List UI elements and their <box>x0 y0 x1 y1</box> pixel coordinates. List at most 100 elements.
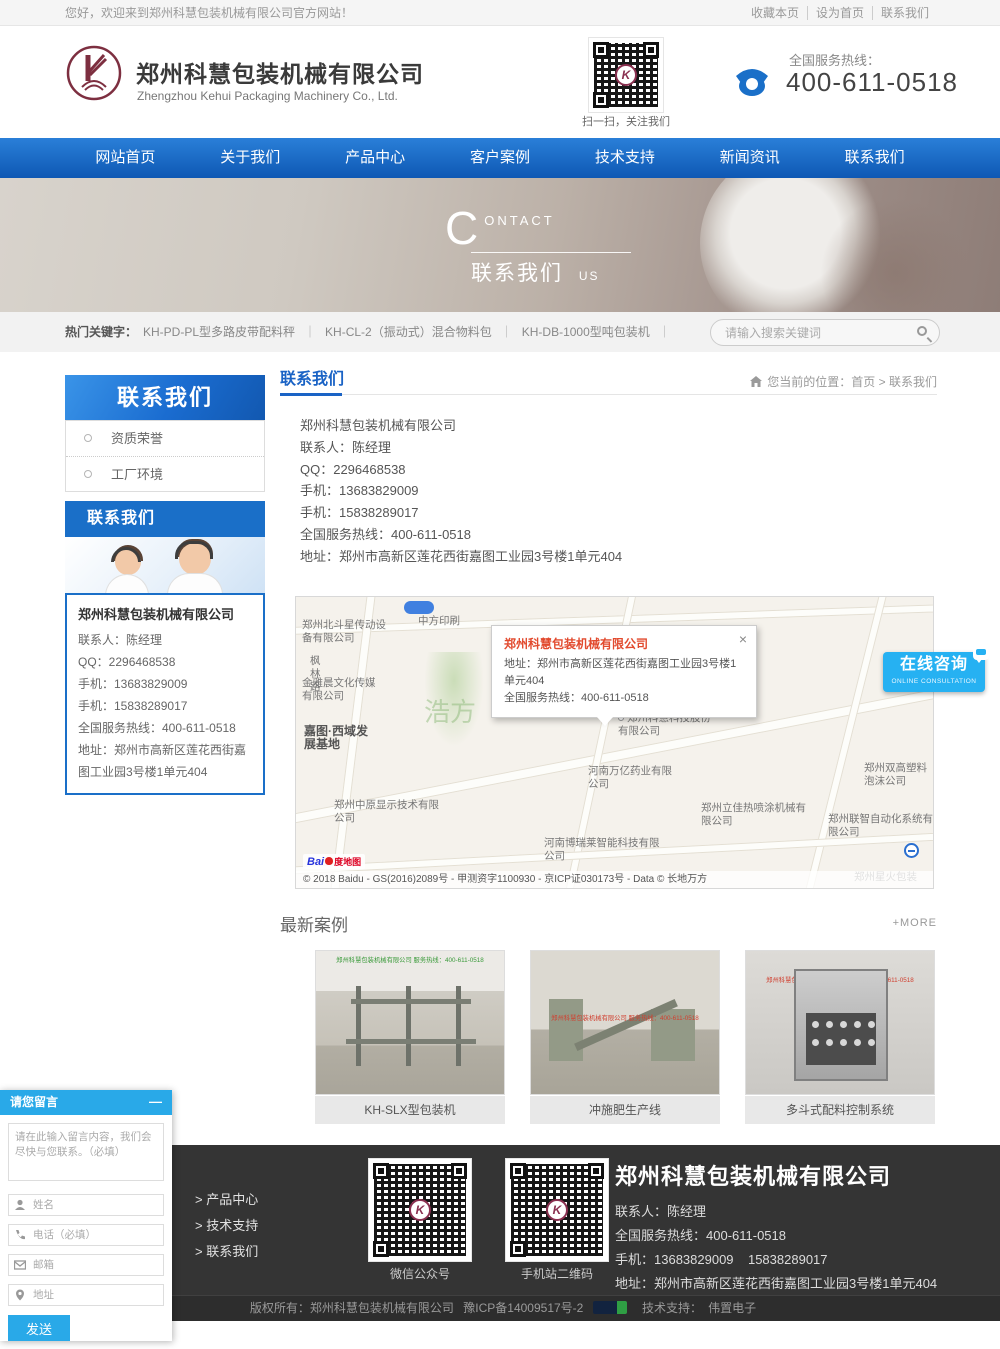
breadcrumb: 您当前的位置：首页 > 联系我们 <box>750 373 937 390</box>
site-header: 郑州科慧包装机械有限公司 Zhengzhou Kehui Packaging M… <box>0 27 1000 138</box>
contact-line: 手机：15838289017 <box>300 502 622 524</box>
message-widget: 请您留言 — 发送 <box>0 1090 172 1341</box>
banner-word: ONTACT <box>484 213 554 228</box>
title-underline <box>280 393 342 396</box>
nav-item-products[interactable]: 产品中心 <box>313 138 438 178</box>
main-nav: 网站首页 关于我们 产品中心 客户案例 技术支持 新闻资讯 联系我们 <box>0 138 1000 178</box>
road-sign-icon <box>404 601 434 614</box>
footer-link-products[interactable]: > 产品中心 <box>195 1187 258 1213</box>
case-caption: 冲施肥生产线 <box>530 1096 720 1124</box>
keyword-separator: ｜ <box>501 325 513 339</box>
case-card[interactable]: 郑州科慧包装机械有限公司 服务热线：400-611-0518 冲施肥生产线 <box>530 950 720 1124</box>
nav-item-support[interactable]: 技术支持 <box>562 138 687 178</box>
customer-service-photo <box>65 537 265 593</box>
case-watermark: 郑州科慧包装机械有限公司 服务热线：400-611-0518 <box>540 1014 709 1023</box>
map-label: 河南万亿药业有限公司 <box>588 765 678 791</box>
keyword-link[interactable]: KH-DB-1000型吨包装机 <box>522 325 650 339</box>
online-consult-button[interactable]: 在线咨询 ONLINE CONSULTATION <box>883 652 985 692</box>
phone-field[interactable] <box>8 1224 164 1246</box>
bullet-circle-icon <box>84 470 92 478</box>
nav-item-home[interactable]: 网站首页 <box>63 138 188 178</box>
banner-title-cn: 联系我们 <box>471 262 563 285</box>
sidebar-title: 联系我们 <box>65 375 265 420</box>
case-watermark: 郑州科慧包装机械有限公司 服务热线：400-611-0518 <box>325 956 494 965</box>
nav-item-about[interactable]: 关于我们 <box>188 138 313 178</box>
footer-link-support[interactable]: > 技术支持 <box>195 1213 258 1239</box>
support-link[interactable]: 伟置电子 <box>708 1301 756 1315</box>
home-icon <box>750 376 762 390</box>
support-label: 技术支持： <box>642 1301 702 1315</box>
top-bar: 您好，欢迎来到郑州科慧包装机械有限公司官方网站！ 收藏本页设为首页联系我们 <box>0 0 1000 26</box>
sidebar-item-honors[interactable]: 资质荣誉 <box>66 421 264 456</box>
footer-link-contact[interactable]: > 联系我们 <box>195 1239 258 1265</box>
case-card[interactable]: 郑州科慧包装机械有限公司 服务热线：400-611-0518 KH-SLX型包装… <box>315 950 505 1124</box>
contact-line: 手机：15838289017 <box>78 695 252 717</box>
close-icon[interactable]: × <box>739 631 747 647</box>
watermark-text: 浩方 <box>424 692 476 729</box>
baidu-logo-suffix: 度地图 <box>334 857 361 867</box>
sidebar-item-label: 工厂环境 <box>111 467 163 482</box>
footer-links: > 产品中心 > 技术支持 > 联系我们 <box>195 1187 258 1265</box>
case-card[interactable]: 郑州科慧包装机械有限公司 服务热线：400-611-0518 多斗式配料控制系统 <box>745 950 935 1124</box>
metro-icon <box>904 843 919 858</box>
contact-line: 地址：郑州市高新区莲花西街嘉图工业园3号楼1单元404 <box>78 739 252 783</box>
send-button[interactable]: 发送 <box>8 1315 70 1341</box>
message-textarea[interactable] <box>8 1123 164 1181</box>
baidu-map[interactable]: 浩方 郑州北斗星传动设备有限公司 中方印刷 枫林路 金雅晨文化传媒有限公司 嘉图… <box>295 596 934 889</box>
contact-line: 地址：郑州市高新区莲花西街嘉图工业园3号楼1单元404 <box>300 546 622 568</box>
map-info-popup: 郑州科慧包装机械有限公司 地址：郑州市高新区莲花西街嘉图工业园3号楼1单元404… <box>491 625 757 718</box>
breadcrumb-current: 联系我们 <box>889 375 937 389</box>
address-field[interactable] <box>8 1284 164 1306</box>
sidebar-contact-card: 郑州科慧包装机械有限公司 联系人：陈经理 QQ：2296468538 手机：13… <box>65 593 265 795</box>
email-field[interactable] <box>8 1254 164 1276</box>
set-homepage-link[interactable]: 设为首页 <box>807 6 872 20</box>
breadcrumb-home-link[interactable]: 首页 <box>851 375 875 389</box>
banner-divider <box>471 252 631 253</box>
search-icon[interactable] <box>917 326 927 336</box>
sidebar-menu: 资质荣誉 工厂环境 <box>65 420 265 492</box>
contact-link[interactable]: 联系我们 <box>872 6 937 20</box>
contact-details: 郑州科慧包装机械有限公司 联系人：陈经理 QQ：2296468538 手机：13… <box>300 415 622 568</box>
mobile-qr-code: K <box>505 1158 609 1262</box>
map-label: 郑州北斗星传动设备有限公司 <box>302 619 394 645</box>
copyright-text: 版权所有：郑州科慧包装机械有限公司 <box>250 1301 454 1315</box>
topbar-links: 收藏本页设为首页联系我们 <box>743 0 937 26</box>
contact-line: 全国服务热线：400-611-0518 <box>300 524 622 546</box>
case-caption: 多斗式配料控制系统 <box>745 1096 935 1124</box>
map-label: 郑州立佳热喷涂机械有限公司 <box>701 802 811 828</box>
banner-title: C ONTACT 联系我们 US <box>445 206 631 287</box>
name-field[interactable] <box>8 1194 164 1216</box>
contact-line: 联系人：陈经理 <box>300 437 622 459</box>
sidebar-item-factory[interactable]: 工厂环境 <box>66 456 264 491</box>
search-box <box>710 319 940 346</box>
hotline-number: 400-611-0518 <box>786 67 958 98</box>
contact-line: QQ：2296468538 <box>78 651 252 673</box>
icp-link[interactable]: 豫ICP备14009517号-2 <box>463 1301 583 1315</box>
minimize-icon[interactable]: — <box>149 1090 162 1113</box>
nav-item-cases[interactable]: 客户案例 <box>438 138 563 178</box>
widget-title: 请您留言 <box>10 1090 58 1115</box>
more-link[interactable]: +MORE <box>893 917 937 929</box>
mail-icon <box>14 1258 26 1270</box>
contact-line: 全国服务热线：400-611-0518 <box>78 717 252 739</box>
baidu-logo: Bai度地图 <box>303 854 365 869</box>
map-label: 嘉图·西域发展基地 <box>304 725 374 751</box>
bullet-circle-icon <box>84 434 92 442</box>
wechat-qr-caption: 微信公众号 <box>368 1265 472 1282</box>
qr-caption: 扫一扫，关注我们 <box>576 113 676 129</box>
icp-badge-icon <box>593 1301 627 1314</box>
bookmark-link[interactable]: 收藏本页 <box>743 6 807 20</box>
search-input[interactable] <box>725 321 905 344</box>
nav-item-contact[interactable]: 联系我们 <box>812 138 937 178</box>
contact-line: 郑州科慧包装机械有限公司 <box>300 415 622 437</box>
wechat-qr-code: K <box>368 1158 472 1262</box>
map-attribution: © 2018 Baidu - GS(2016)2089号 - 甲测资字11009… <box>296 871 933 888</box>
keyword-link[interactable]: KH-CL-2（振动式）混合物料包 <box>325 325 492 339</box>
keyword-link[interactable]: KH-PD-PL型多路皮带配料秤 <box>143 325 295 339</box>
nav-item-news[interactable]: 新闻资讯 <box>687 138 812 178</box>
header-qr-code: K <box>588 37 664 113</box>
keyword-separator: ｜ <box>304 325 316 339</box>
company-name-en: Zhengzhou Kehui Packaging Machinery Co.,… <box>137 89 398 103</box>
case-image: 郑州科慧包装机械有限公司 服务热线：400-611-0518 <box>530 950 720 1095</box>
baidu-paw-icon <box>325 857 333 865</box>
